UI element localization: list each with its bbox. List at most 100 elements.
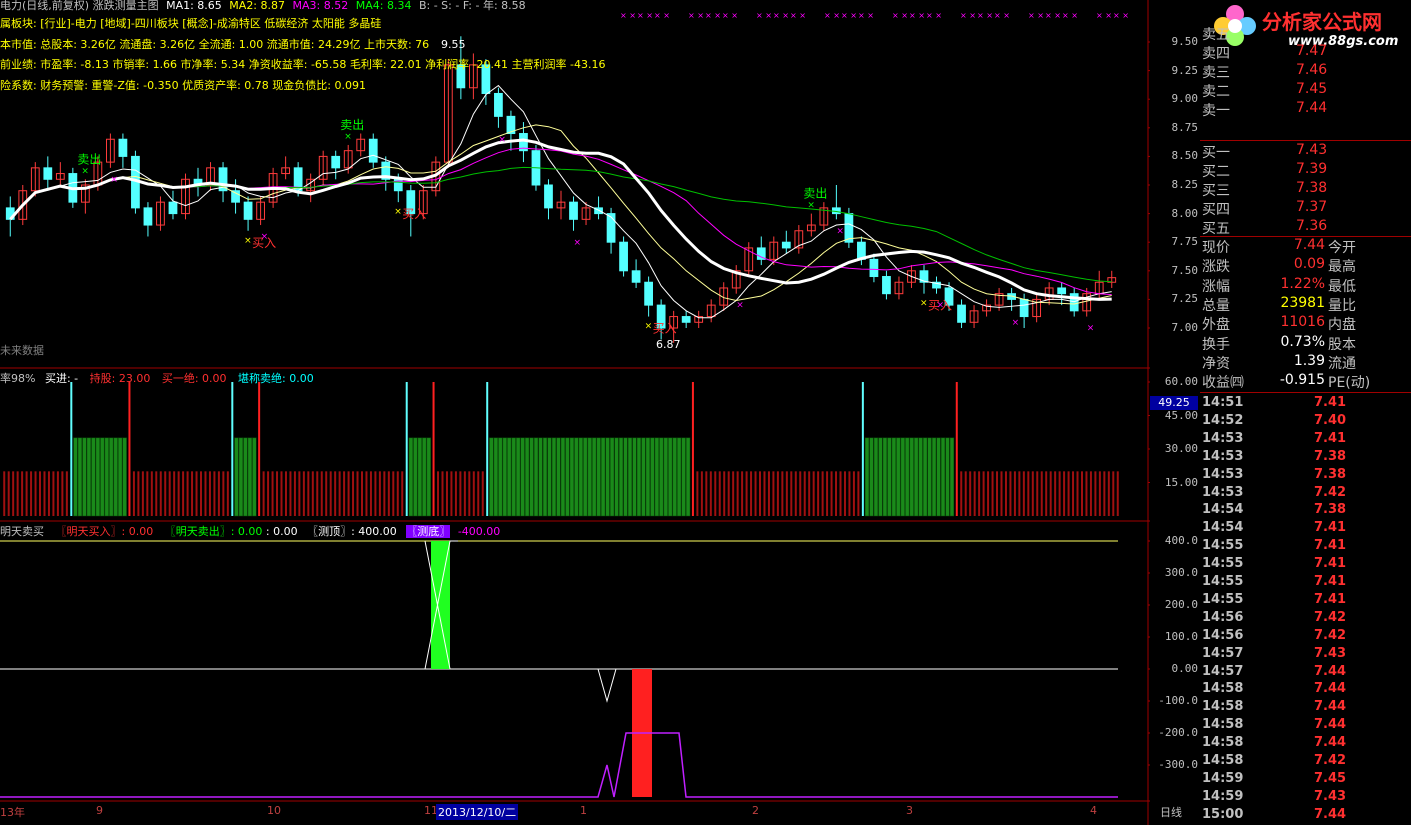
sell-signal-mark: × [344, 132, 352, 142]
hold-bar [247, 437, 253, 517]
quote-label: 现价 [1202, 240, 1230, 256]
tick-time: 14:58 [1202, 699, 1244, 715]
tick-price: 7.41 [1314, 520, 1347, 536]
top-marker: × × [841, 11, 857, 20]
order-book-row: 总量 23981 量比 [1200, 295, 1411, 314]
hold-bar [949, 437, 955, 517]
hold-bar [122, 437, 127, 517]
buy-signal-mark: × [920, 299, 928, 309]
order-book-divider [1200, 140, 1411, 141]
candle-body [606, 213, 616, 243]
magenta-marker: × [261, 232, 269, 242]
tick-time: 14:53 [1202, 484, 1244, 500]
tick-time: 14:51 [1202, 395, 1244, 410]
tick-time: 14:56 [1202, 609, 1244, 625]
buy-level-price: 7.39 [1296, 161, 1328, 177]
hold-bar [109, 437, 114, 517]
price-axis-label: 9.00 [1171, 92, 1199, 106]
top-marker: × × [960, 11, 976, 20]
hold-bar [685, 437, 691, 517]
hold-bar [945, 437, 950, 517]
tick-row: 14:55 7.41 [1200, 574, 1411, 592]
hold-bar [869, 437, 874, 517]
hold-bar [556, 437, 561, 517]
hold-bar [873, 437, 879, 517]
price-axis-label: 8.00 [1171, 206, 1199, 220]
hold-bar [905, 437, 910, 517]
top-marker: × × [1062, 11, 1078, 20]
order-book-row: 卖四 7.47 [1200, 43, 1411, 62]
bottom-test-value: -400.00 [457, 525, 501, 538]
hold-bar [560, 437, 566, 517]
top-marker: × × [824, 11, 840, 20]
sell-signal-label: 卖出 [77, 152, 101, 166]
hold-bar [73, 437, 78, 517]
quote-label: 涨跌 [1202, 259, 1230, 276]
quote-label: 收益㈣ [1202, 375, 1244, 392]
hold-value: 持股: 23.00 [89, 372, 151, 385]
top-marker: × × [858, 11, 874, 20]
tick-row: 14:54 7.41 [1200, 520, 1411, 538]
price-axis-label: 8.25 [1171, 178, 1199, 191]
hold-bar [618, 437, 624, 517]
tick-time: 14:56 [1202, 627, 1244, 643]
hold-bar [520, 437, 525, 517]
price-axis-label: 7.75 [1171, 235, 1199, 249]
bottom-title: 明天卖买 [0, 525, 44, 538]
hold-bar [940, 437, 946, 517]
bottom-axis-label: 400.0 [1164, 534, 1198, 547]
top-marker: × × [977, 11, 993, 20]
top-marker: × × [790, 11, 806, 20]
price-axis-label: 9.50 [1171, 35, 1199, 48]
date-label-5: 2 [752, 804, 759, 817]
high-price-label: 9.55 [441, 38, 466, 51]
tick-row: 14:53 7.41 [1200, 431, 1411, 449]
tick-time: 14:53 [1202, 430, 1244, 446]
candle-body [243, 201, 253, 220]
top-marker: × × [1096, 11, 1112, 20]
magenta-marker: × [110, 175, 118, 185]
hold-bar [243, 437, 248, 517]
top-marker: × × [773, 11, 789, 20]
tick-time: 15:00 [1202, 806, 1244, 822]
price-axis-label: 8.75 [1171, 120, 1199, 134]
magenta-marker: × [736, 301, 744, 311]
tick-price: 7.41 [1314, 556, 1347, 572]
candle-body [168, 201, 178, 215]
order-book-row: 买四 7.37 [1200, 199, 1411, 218]
hold-bar [569, 437, 574, 517]
hold-bar [587, 437, 592, 517]
tick-time: 14:59 [1202, 788, 1244, 804]
tick-price: 7.41 [1314, 395, 1347, 410]
moving-average-line [9, 166, 1112, 283]
quote-label: 最高 [1328, 259, 1356, 276]
bottom-axis-label: -200.0 [1158, 726, 1198, 739]
hold-bar [918, 437, 923, 517]
buy-level-price: 7.43 [1296, 142, 1328, 158]
indicator-axis-label: 60.00 [1164, 375, 1198, 388]
candle-body [882, 276, 891, 295]
buy-in-value: 买进: - [44, 372, 79, 385]
order-book-row: 换手 0.73% 股本 [1200, 334, 1411, 353]
hold-bar [878, 437, 883, 517]
hold-bar [542, 437, 548, 517]
candle-body [1019, 298, 1029, 318]
chart-area[interactable]: 卖出 × 卖出 × 卖出 × × 买入 × 买入 × 买入 × 买入 × × × × × × × × × × × × × × × ×… [0, 0, 1198, 825]
bottom-axis-label: 300.0 [1164, 566, 1198, 579]
win-rate: 率98% [0, 372, 36, 385]
period-label[interactable]: 日线 [1160, 804, 1182, 820]
order-book-row: 卖五 [1200, 24, 1411, 43]
quote-value: 7.44 [1293, 237, 1325, 253]
hold-bar [681, 437, 686, 517]
tick-time: 14:55 [1202, 591, 1244, 607]
hold-bar [583, 437, 588, 517]
quote-label: 今开 [1328, 240, 1356, 256]
hold-bar [551, 437, 557, 517]
top-marker: × × [892, 11, 908, 20]
sell-all-value: 堪称卖绝: 0.00 [238, 372, 314, 385]
hold-bar [234, 437, 239, 517]
price-axis-label: 7.00 [1171, 321, 1199, 334]
hold-bar [922, 437, 928, 517]
quote-divider [1200, 392, 1411, 393]
quote-label: 最低 [1328, 278, 1356, 295]
